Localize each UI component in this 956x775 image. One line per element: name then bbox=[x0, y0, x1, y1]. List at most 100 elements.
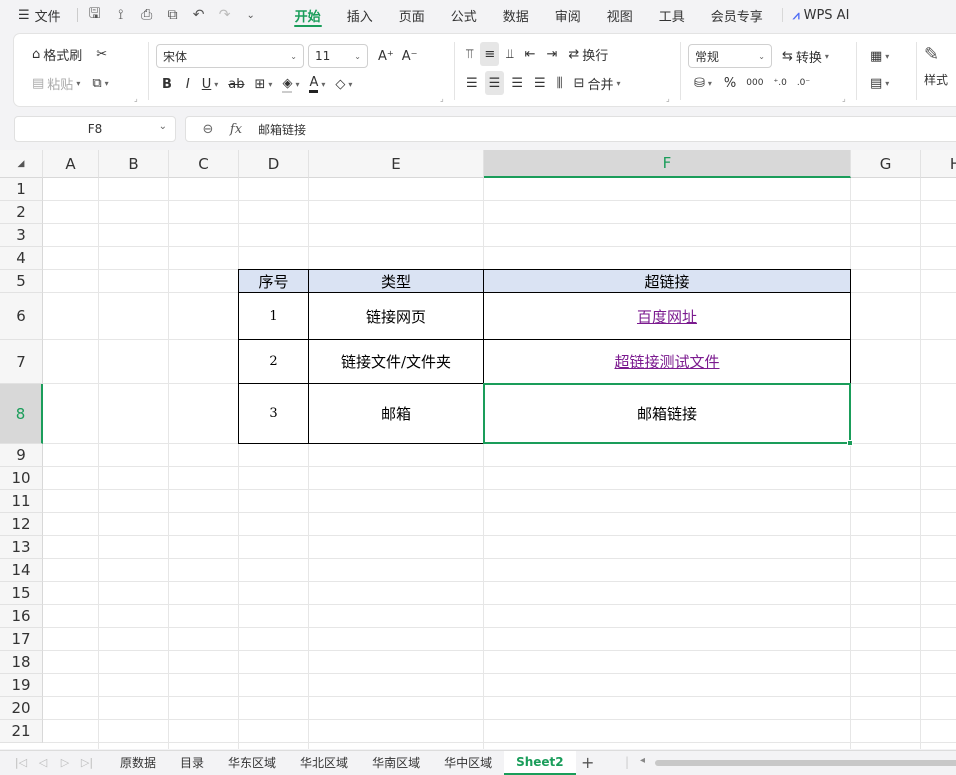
prev-sheet-icon[interactable]: ◁ bbox=[32, 756, 54, 769]
hyperlink-cell-f7[interactable]: 超链接测试文件 bbox=[483, 339, 851, 384]
decrease-indent-button[interactable]: ⇤ bbox=[521, 42, 540, 66]
row-header-8[interactable]: 8 bbox=[0, 384, 43, 444]
add-sheet-icon[interactable]: + bbox=[576, 753, 600, 772]
merge-button[interactable]: ⊟ 合并 ▾ bbox=[570, 71, 625, 95]
row-header-5[interactable]: 5 bbox=[0, 270, 43, 293]
align-bottom-button[interactable]: ⫫ bbox=[502, 42, 517, 66]
cell-e5[interactable]: 类型 bbox=[308, 269, 484, 293]
align-center-button[interactable]: ☰ bbox=[484, 71, 505, 95]
print-preview-icon[interactable]: ⧉ bbox=[160, 4, 186, 26]
name-box[interactable]: F8 ⌄ bbox=[14, 116, 176, 142]
row-header-15[interactable]: 15 bbox=[0, 582, 43, 605]
scroll-left-icon[interactable]: ◂ bbox=[640, 755, 645, 766]
fill-color-button[interactable]: ◈ ▾ bbox=[278, 72, 303, 96]
font-name-select[interactable]: 宋体 ⌄ bbox=[156, 44, 304, 68]
formula-input[interactable]: 邮箱链接 bbox=[258, 121, 306, 138]
row-header-12[interactable]: 12 bbox=[0, 513, 43, 536]
file-menu[interactable]: ☰ 文件 bbox=[0, 0, 61, 30]
column-header-b[interactable]: B bbox=[99, 150, 169, 178]
cell-e7[interactable]: 链接文件/文件夹 bbox=[308, 339, 484, 384]
row-header-21[interactable]: 21 bbox=[0, 720, 43, 743]
copy-button[interactable]: ⧉ ▾ bbox=[88, 71, 112, 95]
cell-e8[interactable]: 邮箱 bbox=[308, 383, 484, 444]
cell-d6[interactable]: 1 bbox=[238, 292, 309, 340]
align-top-button[interactable]: ⫪ bbox=[462, 42, 477, 66]
conditional-format-button[interactable]: ▦ ▾ bbox=[866, 44, 893, 68]
increase-decimal-button[interactable]: ⁺.0 bbox=[769, 71, 790, 95]
row-header-11[interactable]: 11 bbox=[0, 490, 43, 513]
align-right-button[interactable]: ☰ bbox=[507, 71, 527, 95]
tab-view[interactable]: 视图 bbox=[594, 0, 646, 30]
print-icon[interactable]: ⎙ bbox=[134, 4, 160, 26]
align-left-button[interactable]: ☰ bbox=[462, 71, 482, 95]
tab-insert[interactable]: 插入 bbox=[334, 0, 386, 30]
row-header-13[interactable]: 13 bbox=[0, 536, 43, 559]
format-painter-button[interactable]: ⌂ 格式刷 bbox=[28, 42, 86, 66]
dialog-launcher-icon[interactable]: ⌟ bbox=[842, 94, 846, 103]
redo-icon[interactable]: ↷ bbox=[212, 4, 238, 26]
bold-button[interactable]: B bbox=[158, 72, 176, 96]
column-header-h[interactable]: H bbox=[921, 150, 956, 178]
row-header-4[interactable]: 4 bbox=[0, 247, 43, 270]
font-size-select[interactable]: 11 ⌄ bbox=[308, 44, 368, 68]
tab-home[interactable]: 开始 bbox=[282, 0, 334, 30]
row-header-7[interactable]: 7 bbox=[0, 340, 43, 384]
row-header-20[interactable]: 20 bbox=[0, 697, 43, 720]
row-header-1[interactable]: 1 bbox=[0, 178, 43, 201]
cell-e6[interactable]: 链接网页 bbox=[308, 292, 484, 340]
sheet-tab-north[interactable]: 华北区域 bbox=[288, 751, 360, 775]
styles-button[interactable]: ✎ 样式 bbox=[924, 44, 948, 88]
decrease-decimal-button[interactable]: .0⁻ bbox=[793, 71, 814, 95]
cell-f5[interactable]: 超链接 bbox=[483, 269, 851, 293]
cell-d7[interactable]: 2 bbox=[238, 339, 309, 384]
chevron-down-icon[interactable]: ⌄ bbox=[238, 4, 264, 26]
undo-icon[interactable]: ↶ bbox=[186, 4, 212, 26]
column-header-a[interactable]: A bbox=[43, 150, 99, 178]
horizontal-scrollbar[interactable] bbox=[655, 760, 956, 766]
italic-button[interactable]: I bbox=[182, 72, 194, 96]
tab-data[interactable]: 数据 bbox=[490, 0, 542, 30]
row-header-2[interactable]: 2 bbox=[0, 201, 43, 224]
row-header-9[interactable]: 9 bbox=[0, 444, 43, 467]
paste-button[interactable]: ▤ 粘贴 ▾ bbox=[28, 71, 84, 95]
number-format-select[interactable]: 常规 ⌄ bbox=[688, 44, 772, 68]
save-icon[interactable]: 🖫 bbox=[82, 4, 108, 26]
thousands-button[interactable]: 000 bbox=[742, 71, 767, 95]
zoom-icon[interactable]: ⊖ bbox=[194, 122, 222, 137]
distributed-button[interactable]: ⫼ bbox=[553, 71, 567, 95]
sheet-tab-east[interactable]: 华东区域 bbox=[216, 751, 288, 775]
dialog-launcher-icon[interactable]: ⌟ bbox=[666, 94, 670, 103]
row-header-3[interactable]: 3 bbox=[0, 224, 43, 247]
row-header-6[interactable]: 6 bbox=[0, 293, 43, 340]
sheet-tab-original-data[interactable]: 原数据 bbox=[108, 751, 168, 775]
align-middle-button[interactable]: ≡ bbox=[480, 42, 500, 66]
increase-indent-button[interactable]: ⇥ bbox=[542, 42, 561, 66]
tab-tools[interactable]: 工具 bbox=[646, 0, 698, 30]
row-header-10[interactable]: 10 bbox=[0, 467, 43, 490]
borders-button[interactable]: ⊞ ▾ bbox=[251, 72, 277, 96]
dialog-launcher-icon[interactable]: ⌟ bbox=[440, 94, 444, 103]
justify-button[interactable]: ☰ bbox=[530, 71, 550, 95]
decrease-font-button[interactable]: A⁻ bbox=[398, 44, 422, 68]
tab-page[interactable]: 页面 bbox=[386, 0, 438, 30]
percent-button[interactable]: % bbox=[720, 71, 740, 95]
row-header-14[interactable]: 14 bbox=[0, 559, 43, 582]
format-brush-icon[interactable]: ⟟ bbox=[108, 4, 134, 26]
cell-d5[interactable]: 序号 bbox=[238, 269, 309, 293]
sheet-tab-catalog[interactable]: 目录 bbox=[168, 751, 216, 775]
cut-button[interactable]: ✂ bbox=[92, 42, 111, 66]
dialog-launcher-icon[interactable]: ⌟ bbox=[134, 94, 138, 103]
table-format-button[interactable]: ▤ ▾ bbox=[866, 71, 893, 95]
strikethrough-button[interactable]: ab bbox=[224, 72, 248, 96]
row-header-19[interactable]: 19 bbox=[0, 674, 43, 697]
tab-formula[interactable]: 公式 bbox=[438, 0, 490, 30]
column-header-e[interactable]: E bbox=[309, 150, 484, 178]
underline-button[interactable]: U ▾ bbox=[198, 72, 223, 96]
row-header-18[interactable]: 18 bbox=[0, 651, 43, 674]
tab-member[interactable]: 会员专享 bbox=[698, 0, 776, 30]
column-header-c[interactable]: C bbox=[169, 150, 239, 178]
sheet-tab-central[interactable]: 华中区域 bbox=[432, 751, 504, 775]
tab-review[interactable]: 审阅 bbox=[542, 0, 594, 30]
cell-d8[interactable]: 3 bbox=[238, 383, 309, 444]
wps-ai-button[interactable]: ⩘ WPS AI bbox=[781, 8, 849, 23]
